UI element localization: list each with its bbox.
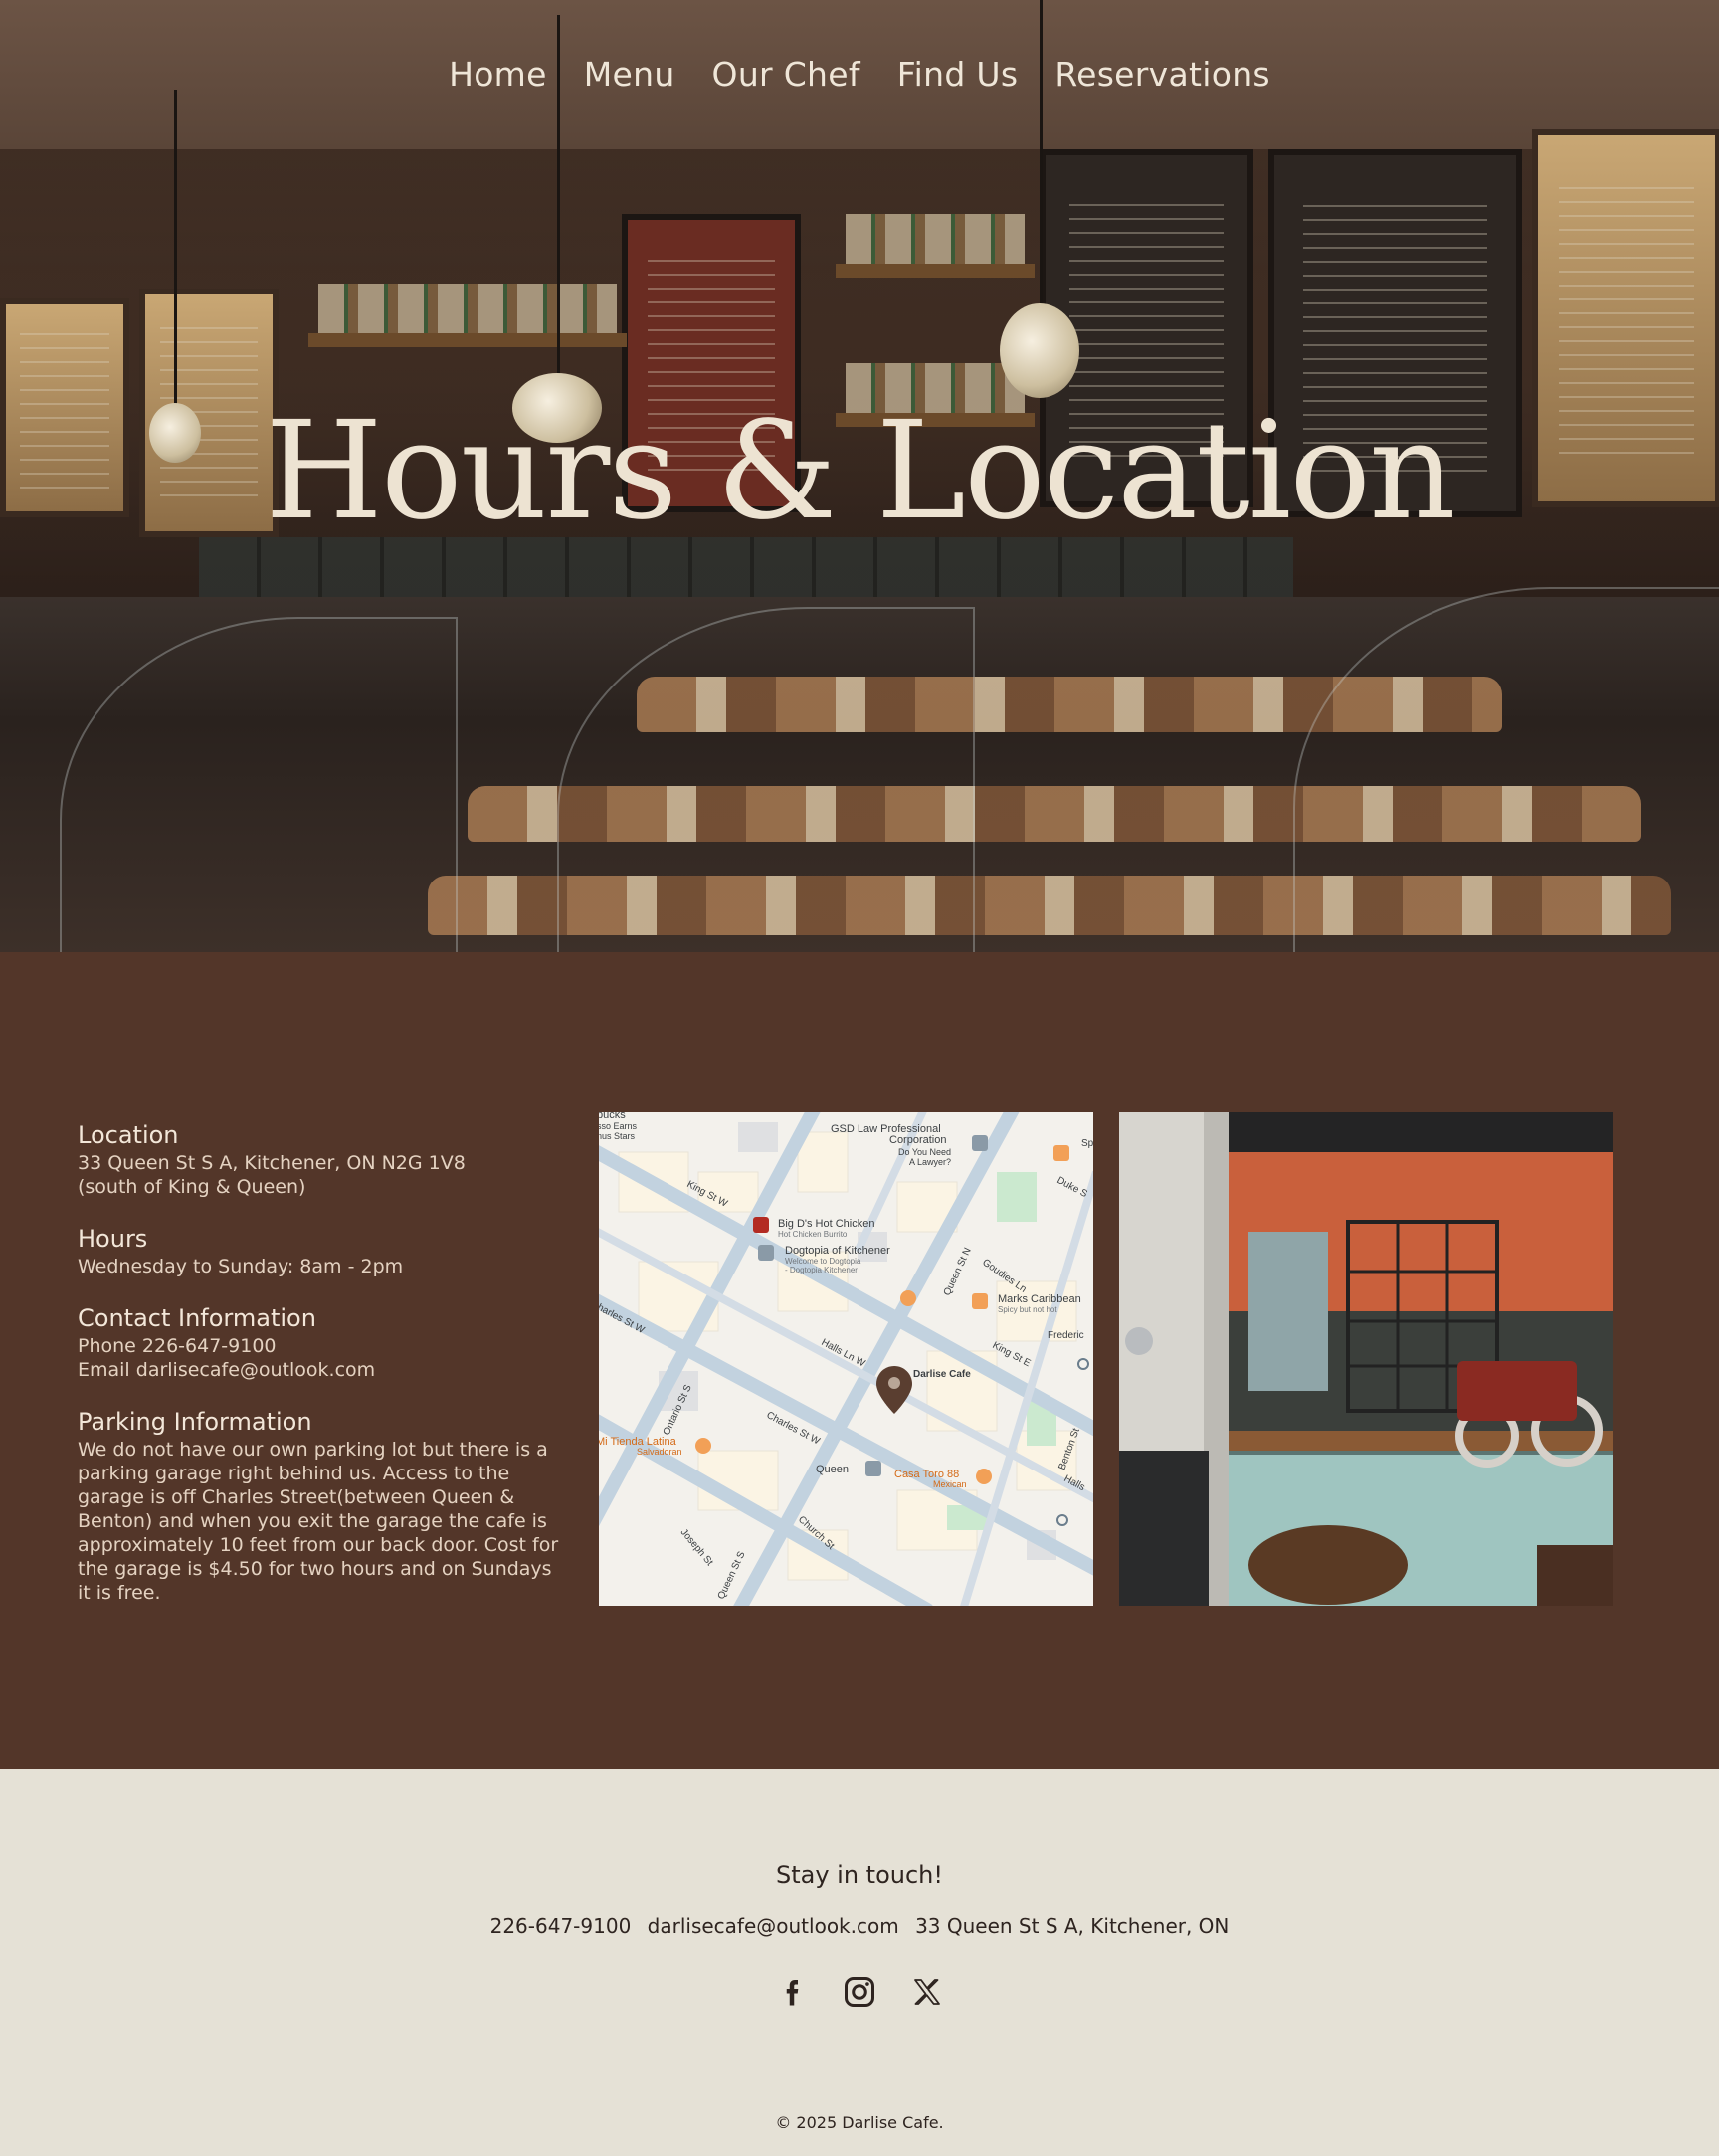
map-label: Frederic — [1048, 1330, 1084, 1341]
nav-menu-link[interactable]: Menu — [584, 55, 675, 94]
map-label: bucks — [599, 1112, 626, 1121]
nav-home-link[interactable]: Home — [449, 55, 547, 94]
parking-heading: Parking Information — [78, 1408, 312, 1436]
contact-email: Email darlisecafe@outlook.com — [78, 1359, 376, 1381]
hours-text: Wednesday to Sunday: 8am - 2pm — [78, 1256, 404, 1277]
x-twitter-icon[interactable] — [909, 1974, 945, 2010]
map-label: Big D's Hot Chicken — [778, 1218, 874, 1230]
nav-our-chef-link[interactable]: Our Chef — [712, 55, 860, 94]
map-label: Do You Need — [898, 1147, 951, 1157]
map-label: Dogtopia of Kitchener — [785, 1245, 890, 1257]
hero-shelf-decor — [308, 333, 627, 347]
social-links — [0, 1974, 1719, 2010]
map-label: Spicy but not hot — [998, 1305, 1057, 1314]
nav-reservations-link[interactable]: Reservations — [1054, 55, 1270, 94]
instagram-icon[interactable] — [842, 1974, 877, 2010]
map-pin-label: Darlise Cafe — [913, 1369, 971, 1380]
main-nav: Home Menu Our Chef Find Us Reservations — [0, 55, 1719, 94]
footer-copyright: © 2025 Darlise Cafe. — [775, 2113, 944, 2132]
facebook-icon[interactable] — [774, 1974, 810, 2010]
nav-find-us-link[interactable]: Find Us — [897, 55, 1019, 94]
map-label: Welcome to Dogtopia — [785, 1257, 861, 1266]
hero-lamp-decor — [1040, 0, 1043, 308]
location-map[interactable]: bucks sso Earns nus Stars GSD Law Profes… — [599, 1112, 1093, 1606]
parking-block: Parking Information We do not have our o… — [78, 1408, 565, 1605]
map-label: Salvadoran — [637, 1447, 682, 1457]
contact-heading: Contact Information — [78, 1304, 316, 1332]
map-label: sso Earns — [599, 1121, 638, 1131]
hero-shelf-decor — [836, 264, 1035, 278]
footer-address: 33 Queen St S A, Kitchener, ON — [915, 1914, 1230, 1938]
map-label: Corporation — [889, 1134, 946, 1146]
map-label: - Dogtopia Kitchener — [785, 1266, 858, 1274]
footer-tagline: Stay in touch! — [775, 1862, 944, 1889]
hours-location-section: Location 33 Queen St S A, Kitchener, ON … — [0, 952, 1719, 1769]
footer-phone[interactable]: 226-647-9100 — [490, 1914, 632, 1938]
info-column: Location 33 Queen St S A, Kitchener, ON … — [78, 1121, 565, 1631]
map-label: Sp — [1081, 1138, 1093, 1149]
footer-email[interactable]: darlisecafe@outlook.com — [648, 1914, 899, 1938]
contact-phone: Phone 226-647-9100 — [78, 1335, 277, 1357]
map-label: Mexican — [933, 1479, 967, 1489]
parking-text: We do not have our own parking lot but t… — [78, 1439, 559, 1604]
hero-shelf-decor — [846, 214, 1025, 264]
site-footer: Stay in touch! 226-647-9100 darlisecafe@… — [0, 1769, 1719, 2156]
map-label: Hot Chicken Burrito — [778, 1230, 848, 1239]
hero-banner: Home Menu Our Chef Find Us Reservations … — [0, 0, 1719, 952]
footer-contacts: 226-647-9100 darlisecafe@outlook.com 33 … — [0, 1914, 1719, 1938]
hero-lamp-decor — [174, 90, 177, 418]
hours-block: Hours Wednesday to Sunday: 8am - 2pm — [78, 1225, 565, 1278]
map-label: nus Stars — [599, 1131, 636, 1141]
location-note: (south of King & Queen) — [78, 1176, 306, 1198]
cafe-interior-photo — [1119, 1112, 1613, 1606]
location-heading: Location — [78, 1121, 179, 1149]
location-address: 33 Queen St S A, Kitchener, ON N2G 1V8 — [78, 1152, 466, 1174]
contact-block: Contact Information Phone 226-647-9100 E… — [78, 1304, 565, 1382]
hours-heading: Hours — [78, 1225, 148, 1253]
hero-shelf-decor — [318, 284, 617, 333]
map-label: A Lawyer? — [909, 1157, 951, 1167]
hero-lamp-decor — [1000, 303, 1079, 398]
location-block: Location 33 Queen St S A, Kitchener, ON … — [78, 1121, 565, 1199]
page-title: Hours & Location — [265, 393, 1455, 550]
map-label: Queen — [816, 1464, 849, 1475]
map-label: Marks Caribbean — [998, 1293, 1081, 1305]
